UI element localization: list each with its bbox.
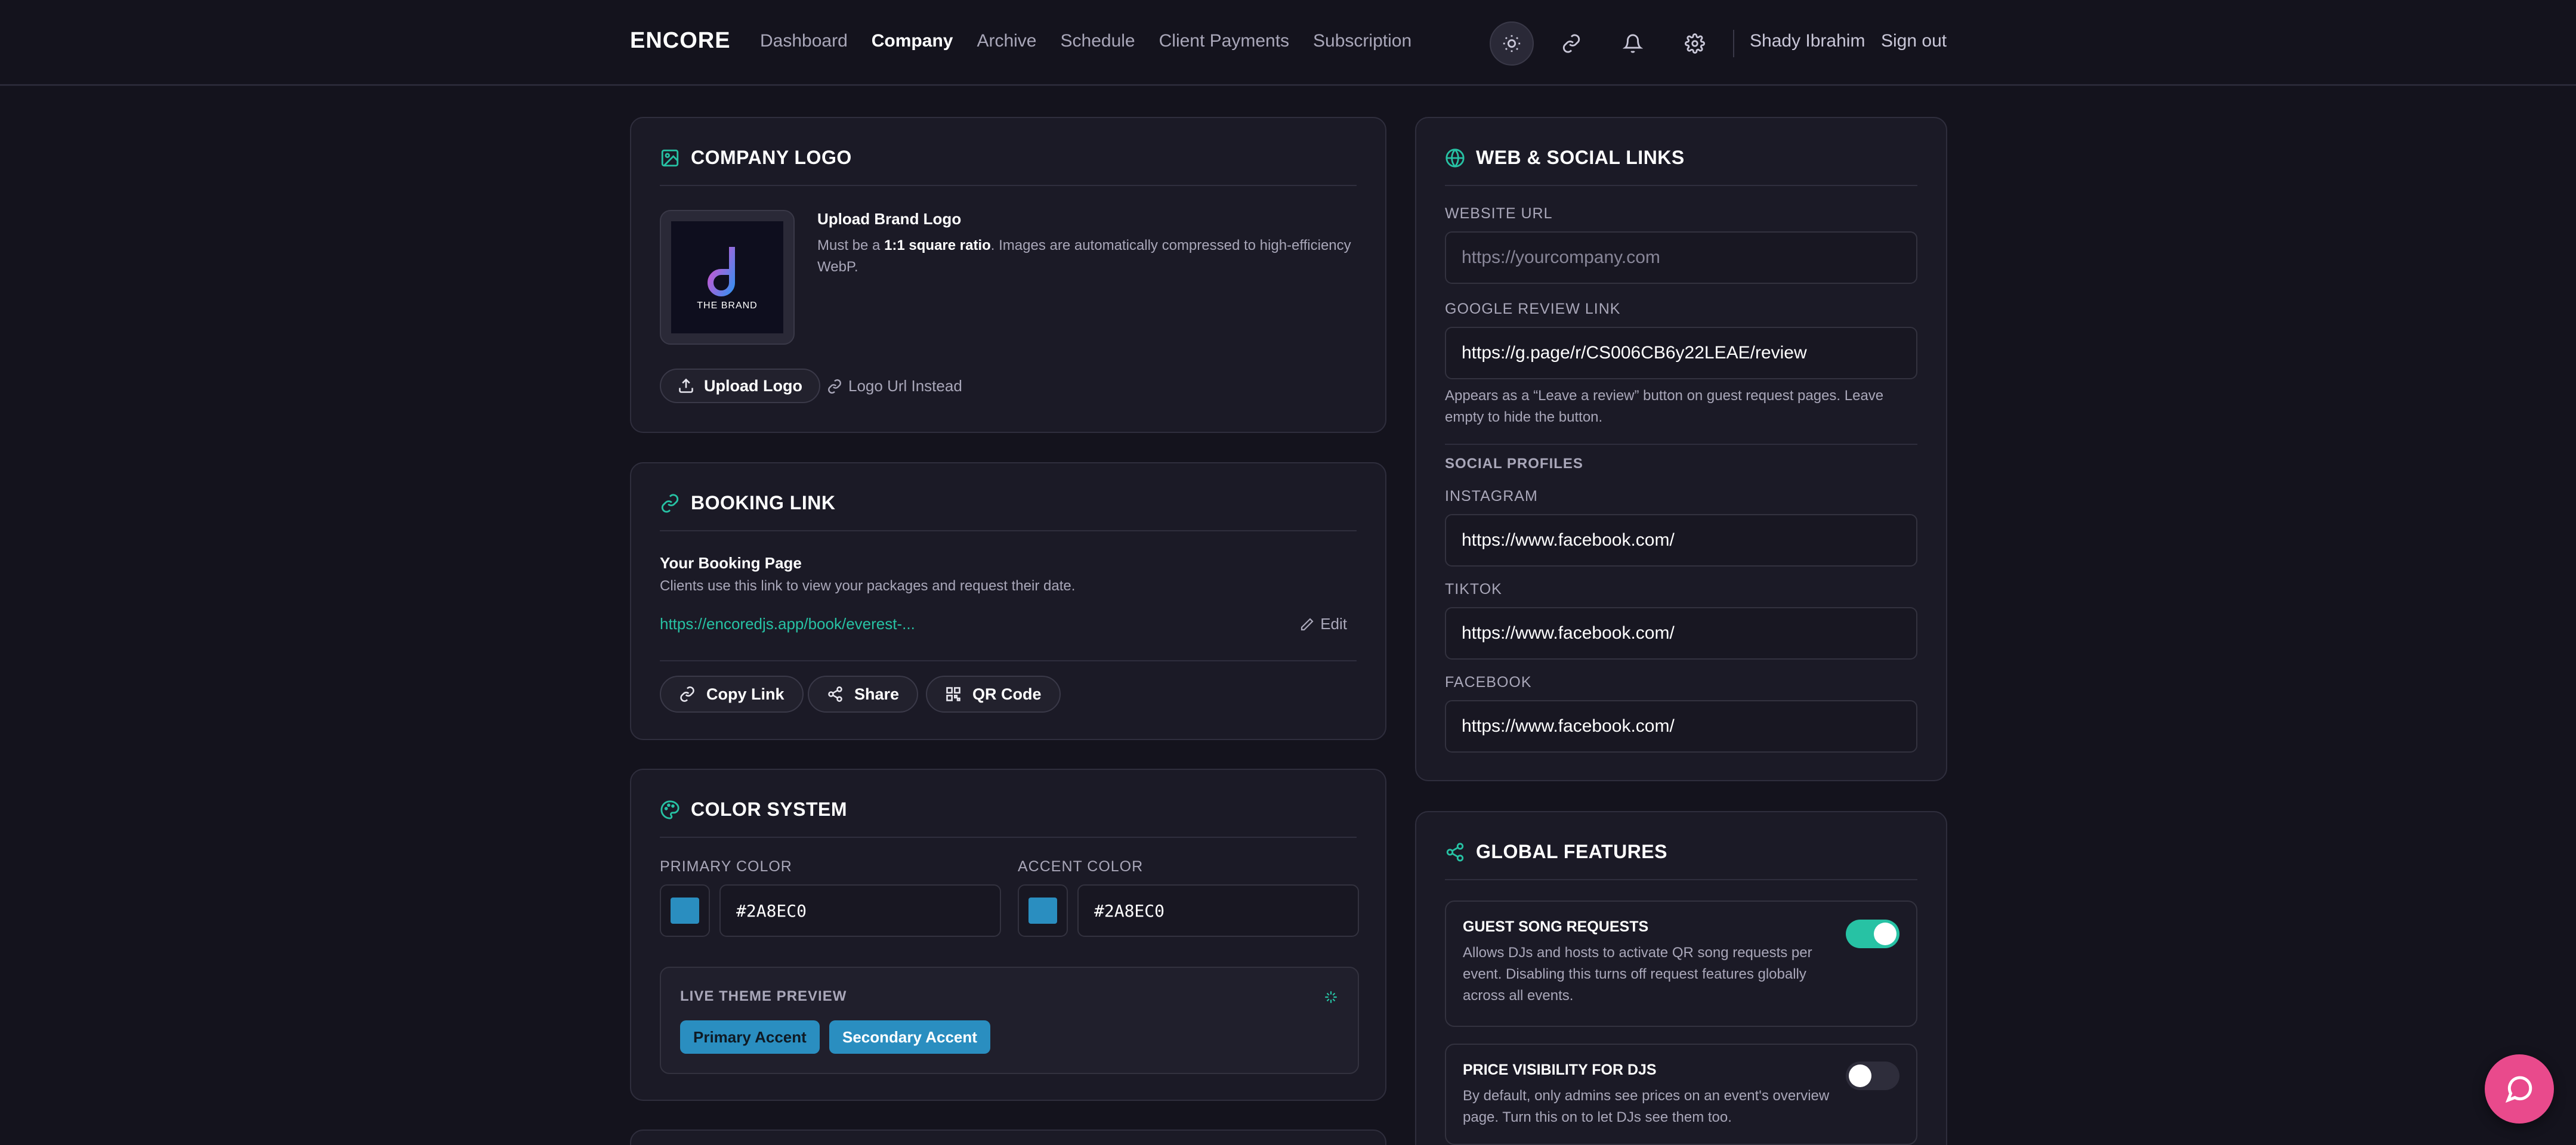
divider bbox=[660, 530, 1357, 531]
divider bbox=[660, 837, 1357, 838]
link-button[interactable] bbox=[1549, 21, 1593, 66]
tiktok-input[interactable]: https://www.facebook.com/ bbox=[1445, 607, 1917, 660]
sparkle-icon bbox=[1325, 991, 1337, 1003]
booking-heading: Your Booking Page bbox=[660, 554, 802, 572]
logo-caption: THE BRAND bbox=[697, 301, 758, 311]
booking-url[interactable]: https://encoredjs.app/book/everest-... bbox=[660, 615, 915, 633]
gear-icon bbox=[1685, 33, 1705, 54]
divider bbox=[660, 185, 1357, 186]
accent-color-label: ACCENT COLOR bbox=[1018, 858, 1144, 875]
bell-icon bbox=[1623, 34, 1643, 53]
app-root: ENCORE Dashboard Company Archive Schedul… bbox=[0, 0, 2576, 1145]
divider bbox=[1445, 444, 1917, 445]
sun-icon bbox=[1503, 35, 1521, 52]
feature-description: Allows DJs and hosts to activate QR song… bbox=[1463, 945, 1812, 1004]
booking-link-card: BOOKING LINK Your Booking Page Clients u… bbox=[630, 462, 1386, 740]
settings-button[interactable] bbox=[1673, 21, 1717, 66]
upload-heading: Upload Brand Logo bbox=[817, 210, 962, 228]
top-header: ENCORE Dashboard Company Archive Schedul… bbox=[0, 0, 2576, 86]
share-icon bbox=[828, 686, 842, 702]
web-social-title: WEB & SOCIAL LINKS bbox=[1445, 147, 1685, 169]
qr-code-icon bbox=[946, 687, 960, 701]
nav-schedule[interactable]: Schedule bbox=[1061, 31, 1135, 51]
link-icon bbox=[680, 686, 694, 702]
primary-color-input[interactable]: #2A8EC0 bbox=[719, 884, 1001, 937]
accent-color-swatch[interactable] bbox=[1018, 884, 1068, 937]
brand-mark-icon bbox=[708, 247, 742, 296]
facebook-input[interactable]: https://www.facebook.com/ bbox=[1445, 700, 1917, 753]
instagram-label: INSTAGRAM bbox=[1445, 488, 1538, 505]
google-review-help: Appears as a “Leave a review” button on … bbox=[1445, 388, 1884, 425]
instagram-input[interactable]: https://www.facebook.com/ bbox=[1445, 514, 1917, 567]
divider bbox=[660, 660, 1357, 661]
feature-price-visibility: PRICE VISIBILITY FOR DJS By default, onl… bbox=[1445, 1044, 1917, 1145]
feature-description: By default, only admins see prices on an… bbox=[1463, 1088, 1830, 1125]
nav-client-payments[interactable]: Client Payments bbox=[1159, 31, 1289, 51]
nav-subscription[interactable]: Subscription bbox=[1313, 31, 1411, 51]
theme-toggle-button[interactable] bbox=[1490, 21, 1534, 66]
next-card-partial bbox=[630, 1129, 1386, 1145]
logo-image: THE BRAND bbox=[671, 221, 783, 333]
divider bbox=[1445, 879, 1917, 880]
feature-name: PRICE VISIBILITY FOR DJS bbox=[1463, 1062, 1657, 1078]
facebook-label: FACEBOOK bbox=[1445, 674, 1532, 691]
share-button[interactable]: Share bbox=[808, 676, 919, 713]
nav-dashboard[interactable]: Dashboard bbox=[760, 31, 848, 51]
live-theme-preview: LIVE THEME PREVIEW Primary Accent Second… bbox=[660, 967, 1359, 1074]
feature-name: GUEST SONG REQUESTS bbox=[1463, 918, 1649, 935]
google-review-label: GOOGLE REVIEW LINK bbox=[1445, 301, 1621, 317]
link-icon bbox=[828, 379, 841, 394]
brand-logo[interactable]: ENCORE bbox=[630, 28, 731, 54]
price-visibility-toggle[interactable] bbox=[1846, 1062, 1899, 1090]
upload-description: Must be a 1:1 square ratio. Images are a… bbox=[817, 237, 1351, 275]
pencil-icon bbox=[1301, 617, 1314, 630]
logo-preview[interactable]: THE BRAND bbox=[660, 210, 795, 345]
website-url-input[interactable]: https://yourcompany.com bbox=[1445, 231, 1917, 284]
company-logo-title: COMPANY LOGO bbox=[660, 147, 852, 169]
guest-song-requests-toggle[interactable] bbox=[1846, 920, 1899, 948]
global-features-card: GLOBAL FEATURES GUEST SONG REQUESTS Allo… bbox=[1415, 811, 1947, 1145]
image-icon bbox=[661, 149, 679, 166]
link-icon bbox=[1562, 34, 1580, 53]
preview-label: LIVE THEME PREVIEW bbox=[680, 988, 847, 1004]
user-name[interactable]: Shady Ibrahim bbox=[1750, 31, 1865, 51]
sign-out-link[interactable]: Sign out bbox=[1881, 31, 1947, 51]
qr-code-button[interactable]: QR Code bbox=[926, 676, 1061, 713]
palette-icon bbox=[660, 800, 679, 819]
booking-link-title: BOOKING LINK bbox=[660, 492, 835, 514]
nav-archive[interactable]: Archive bbox=[977, 31, 1036, 51]
link-icon bbox=[661, 493, 679, 513]
web-social-card: WEB & SOCIAL LINKS WEBSITE URL https://y… bbox=[1415, 117, 1947, 781]
company-logo-card: COMPANY LOGO THE BRAND Upload Brand Logo… bbox=[630, 117, 1386, 433]
primary-color-label: PRIMARY COLOR bbox=[660, 858, 792, 875]
main-nav: Dashboard Company Archive Schedule Clien… bbox=[760, 31, 1435, 51]
globe-icon bbox=[1445, 148, 1465, 168]
social-profiles-heading: SOCIAL PROFILES bbox=[1445, 456, 1583, 472]
logo-url-link[interactable]: Logo Url Instead bbox=[827, 377, 962, 395]
booking-description: Clients use this link to view your packa… bbox=[660, 578, 1076, 594]
accent-color-input[interactable]: #2A8EC0 bbox=[1077, 884, 1359, 937]
primary-accent-chip: Primary Accent bbox=[680, 1020, 820, 1054]
upload-logo-button[interactable]: Upload Logo bbox=[660, 369, 820, 403]
feature-guest-song-requests: GUEST SONG REQUESTS Allows DJs and hosts… bbox=[1445, 900, 1917, 1027]
color-system-card: COLOR SYSTEM PRIMARY COLOR #2A8EC0 ACCEN… bbox=[630, 769, 1386, 1101]
color-system-title: COLOR SYSTEM bbox=[660, 799, 847, 821]
notifications-button[interactable] bbox=[1611, 21, 1655, 66]
global-features-title: GLOBAL FEATURES bbox=[1445, 841, 1667, 863]
tiktok-label: TIKTOK bbox=[1445, 581, 1502, 598]
divider bbox=[1445, 185, 1917, 186]
copy-link-button[interactable]: Copy Link bbox=[660, 676, 804, 713]
secondary-accent-chip: Secondary Accent bbox=[829, 1020, 990, 1054]
website-url-label: WEBSITE URL bbox=[1445, 205, 1553, 222]
chat-bubble-icon bbox=[2505, 1076, 2532, 1103]
header-divider bbox=[1733, 30, 1734, 57]
chat-support-button[interactable] bbox=[2485, 1054, 2554, 1124]
share-nodes-icon bbox=[1446, 842, 1464, 862]
google-review-input[interactable]: https://g.page/r/CS006CB6y22LEAE/review bbox=[1445, 327, 1917, 379]
nav-company[interactable]: Company bbox=[872, 31, 953, 51]
edit-booking-url-button[interactable]: Edit bbox=[1300, 615, 1347, 633]
primary-color-swatch[interactable] bbox=[660, 884, 710, 937]
upload-icon bbox=[679, 378, 693, 393]
